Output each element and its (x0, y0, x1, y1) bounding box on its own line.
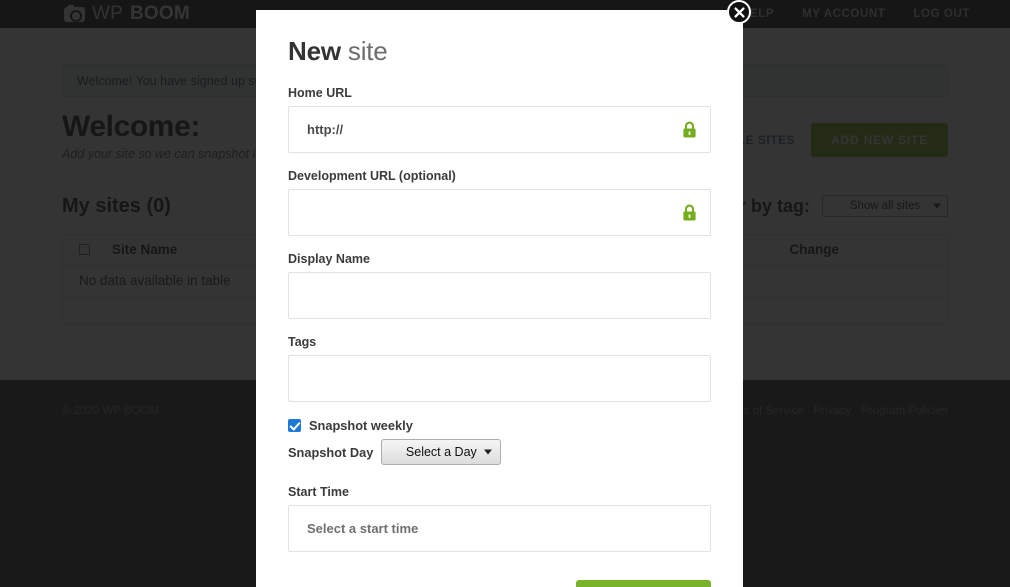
modal-title-bold: New (288, 36, 341, 66)
display-name-field: Display Name (288, 252, 711, 319)
snapshot-weekly-label: Snapshot weekly (309, 418, 413, 433)
close-modal-button[interactable] (727, 0, 751, 24)
tags-field: Tags (288, 335, 711, 402)
development-url-label: Development URL (optional) (288, 169, 456, 183)
home-url-input[interactable] (288, 106, 711, 153)
snapshot-day-select[interactable]: Select a Day (381, 439, 502, 465)
development-url-field: Development URL (optional) (288, 169, 711, 236)
tags-input[interactable] (288, 355, 711, 402)
home-url-field: Home URL (288, 86, 711, 153)
development-url-input[interactable] (288, 189, 711, 236)
snapshot-weekly-checkbox[interactable] (288, 419, 301, 432)
start-time-input[interactable] (288, 505, 711, 552)
snapshot-weekly-row[interactable]: Snapshot weekly (288, 418, 711, 433)
new-site-modal: New site Home URL Development URL (optio… (256, 10, 743, 587)
app-root: WP BOOM HELP MY ACCOUNT LOG OUT Welcome!… (0, 0, 1010, 587)
modal-actions: CANCEL CREATE SITE (288, 580, 711, 587)
home-url-label: Home URL (288, 86, 352, 100)
snapshot-day-label: Snapshot Day (288, 444, 374, 460)
create-site-button[interactable]: CREATE SITE (576, 580, 711, 587)
display-name-label: Display Name (288, 252, 370, 266)
display-name-input[interactable] (288, 272, 711, 319)
close-icon (733, 6, 745, 18)
snapshot-day-row: Snapshot Day Select a Day (288, 439, 711, 465)
start-time-label: Start Time (288, 485, 349, 499)
modal-title: New site (288, 38, 711, 64)
modal-title-light: site (347, 36, 388, 66)
start-time-field: Start Time (288, 485, 711, 552)
tags-label: Tags (288, 335, 317, 349)
